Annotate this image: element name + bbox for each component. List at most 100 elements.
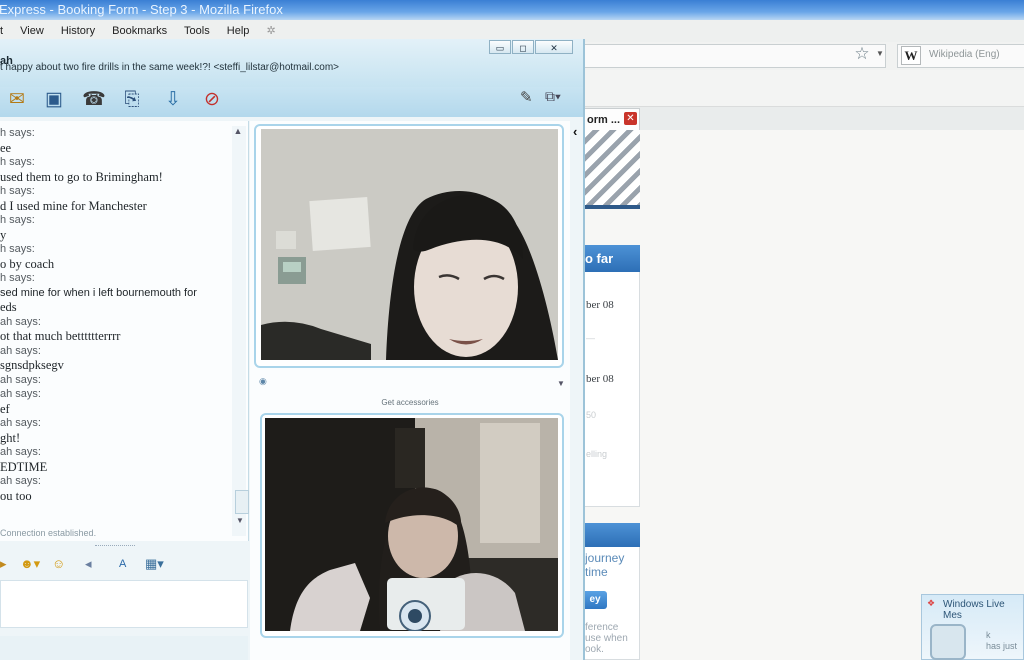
send-files-icon[interactable]: ▣ — [42, 88, 66, 112]
message-input[interactable] — [0, 580, 248, 628]
header-divider — [583, 205, 640, 209]
chat-scrollbar[interactable] — [232, 126, 246, 536]
nudge-icon[interactable]: ☺ — [52, 554, 65, 574]
chat-sender-line: ah says: — [0, 475, 41, 487]
chat-history: h says: ee h says: used them to go to Brimi… — [0, 126, 232, 503]
chat-message: ght! — [0, 430, 21, 445]
chat-sender-line: ah says: — [0, 417, 41, 429]
notify-line: has just — [986, 641, 1018, 651]
journey-planner-header — [583, 523, 640, 547]
bookmark-star-icon[interactable]: ☆ — [853, 45, 871, 63]
get-accessories-link[interactable]: Get accessories — [250, 398, 570, 407]
self-webcam-drawing — [265, 418, 558, 631]
maximize-button[interactable]: ◻ — [512, 40, 534, 54]
wikipedia-engine-icon[interactable]: W — [901, 46, 921, 65]
voice-clip-icon[interactable]: ◂ — [85, 554, 92, 574]
chat-message: eds — [0, 300, 17, 314]
contact-webcam-drawing — [261, 129, 558, 360]
webcam-icon[interactable]: ◉ — [259, 376, 267, 387]
chat-sender-line: h says: — [0, 214, 35, 226]
chat-message: EDTIME — [0, 459, 48, 474]
chat-message: d I used mine for Manchester — [0, 198, 147, 213]
video-call-icon[interactable]: ⎘ — [120, 88, 144, 112]
connection-status: Connection established. — [0, 528, 97, 538]
resize-grip[interactable] — [95, 545, 135, 549]
bottom-bar — [0, 636, 248, 660]
font-icon[interactable]: A — [119, 554, 126, 574]
scroll-up-icon[interactable]: ▲ — [232, 126, 244, 136]
close-button[interactable]: ✕ — [535, 40, 573, 54]
contact-status-message: t happy about two fire drills in the sam… — [0, 62, 340, 73]
faint-text: — — [586, 333, 595, 343]
journey-planner-line2: time — [585, 565, 608, 579]
chat-sender-line: h says: — [0, 272, 35, 284]
chat-message: ot that much betttttterrrr — [0, 329, 121, 343]
chat-sender-line: h says: — [0, 185, 35, 197]
planner-small-1: ference — [585, 622, 619, 633]
wink-icon[interactable]: ☻▾ — [20, 554, 40, 574]
activities-icon[interactable]: ⧉▾ — [545, 88, 561, 105]
wlm-notification-text: k has just — [986, 630, 1017, 652]
call-icon[interactable]: ☎ — [82, 88, 106, 112]
menu-item-bookmarks[interactable]: Bookmarks — [112, 25, 167, 37]
background-icon[interactable]: ▦▾ — [145, 554, 164, 574]
chat-sender-line: ah says: — [0, 315, 41, 328]
chat-sender-line: h says: — [0, 127, 35, 139]
chat-message: y — [0, 227, 7, 242]
minimize-button[interactable]: ▭ — [489, 40, 511, 54]
page-content — [583, 130, 1024, 660]
planner-small-2: use when — [585, 633, 628, 644]
block-icon[interactable]: ⊘ — [200, 88, 224, 112]
loading-spinner-icon: ✲ — [266, 25, 276, 37]
windows-logo-icon: ❖ — [927, 598, 936, 608]
video-options-dropdown-icon[interactable]: ▼ — [557, 379, 565, 388]
chat-sender-line: ah says: — [0, 388, 41, 400]
menu-item-help[interactable]: Help — [227, 25, 250, 37]
journey-summary-header: o far — [583, 245, 640, 272]
outbound-date: ber 08 — [586, 299, 614, 311]
self-webcam-image — [265, 418, 558, 631]
journey-planner-button[interactable]: ey — [583, 591, 607, 609]
window-controls: ▭ ◻ ✕ — [489, 40, 573, 56]
chat-message: o by coach — [0, 256, 55, 271]
faint-travelling: elling — [586, 449, 608, 459]
emoticon-icon[interactable]: ▸ — [0, 554, 7, 574]
collapse-arrow-icon[interactable]: ‹ — [573, 124, 577, 139]
invite-icon[interactable]: ✉ — [5, 88, 29, 112]
menu-item-history[interactable]: History — [61, 25, 95, 37]
avatar — [930, 624, 966, 660]
bookmark-dropdown-icon[interactable]: ▼ — [876, 49, 884, 58]
chat-sender-line: ah says: — [0, 446, 41, 458]
notify-line: k — [986, 630, 991, 640]
chat-message: used them to go to Brimingham! — [0, 169, 163, 184]
chat-message: ou too — [0, 488, 32, 503]
contact-webcam-image — [261, 129, 558, 360]
chat-message: ee — [0, 140, 12, 155]
chat-message: sgnsdpksegv — [0, 358, 64, 372]
menu-item-file[interactable]: t — [0, 25, 3, 37]
chat-message: ef — [0, 401, 10, 416]
chat-sender-line: h says: — [0, 243, 35, 255]
planner-small-3: ook. — [585, 644, 604, 655]
menu-item-view[interactable]: View — [20, 25, 44, 37]
menu-item-tools[interactable]: Tools — [184, 25, 210, 37]
return-date: ber 08 — [586, 373, 614, 385]
scroll-down-icon[interactable]: ▼ — [236, 516, 244, 525]
firefox-window-title: nal Express - Booking Form - Step 3 - Mo… — [0, 2, 283, 17]
wlm-notification-title: Windows Live Mes — [943, 599, 1005, 621]
chat-message: sed mine for when i left bournemouth for — [0, 286, 197, 299]
tab-close-icon[interactable]: ✕ — [624, 112, 637, 125]
chat-sender-line: h says: — [0, 156, 35, 168]
site-logo — [583, 130, 640, 206]
chat-sender-line: ah says: — [0, 373, 41, 386]
share-icon[interactable]: ⇩ — [161, 88, 185, 112]
bookmarks-toolbar — [585, 70, 1024, 107]
faint-price: 50 — [586, 410, 597, 420]
scroll-thumb[interactable] — [235, 490, 249, 514]
url-bar[interactable] — [585, 44, 886, 68]
journey-planner-line1: journey — [585, 551, 625, 565]
chat-sender-line: ah says: — [0, 344, 41, 357]
firefox-title-bar: nal Express - Booking Form - Step 3 - Mo… — [0, 0, 1024, 20]
pen-icon[interactable]: ✎ — [520, 88, 533, 106]
browser-tab-label: orm ... — [587, 114, 621, 126]
